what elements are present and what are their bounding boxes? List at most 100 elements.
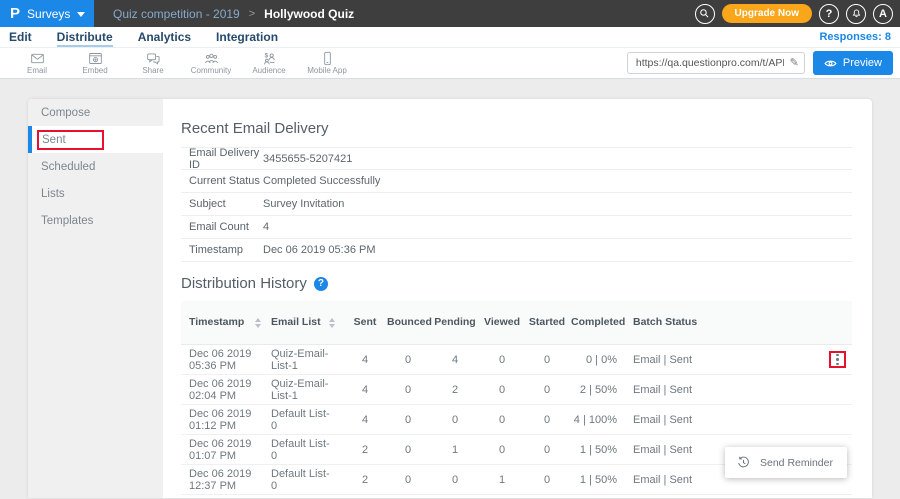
cell-sent: 2: [345, 444, 385, 456]
search-icon: [699, 8, 710, 19]
content-card: ComposeSentScheduledListsTemplates Recen…: [28, 99, 872, 498]
cell-sent: 4: [345, 414, 385, 426]
detail-label: Email Count: [189, 221, 263, 233]
cell-completed: 4 | 100%: [569, 414, 631, 426]
sidebar-item-templates[interactable]: Templates: [28, 207, 163, 234]
annotation-box: Sent: [37, 130, 104, 150]
row-menu-kebab-icon[interactable]: [836, 354, 839, 366]
edit-url-pencil-icon[interactable]: ✎: [790, 56, 799, 69]
annotation-box: [829, 351, 846, 368]
history-row: Dec 06 2019 01:12 PMDefault List-0400004…: [181, 405, 852, 435]
cell-completed: 1 | 50%: [569, 474, 631, 486]
detail-value: Completed Successfully: [263, 175, 380, 187]
bell-icon: [851, 8, 862, 19]
upgrade-now-button[interactable]: Upgrade Now: [722, 4, 812, 23]
history-table-header: TimestampEmail ListSentBouncedPendingVie…: [181, 301, 852, 345]
sidebar-item-sent[interactable]: Sent: [28, 126, 163, 153]
distribute-channel-share[interactable]: Share: [124, 51, 182, 75]
distribute-channel-embed[interactable]: Embed: [66, 51, 124, 75]
column-header-email-list[interactable]: Email List: [269, 316, 345, 329]
cell-batch-status: Email | Sent: [631, 354, 709, 366]
cell-timestamp: Dec 06 2019 12:37 PM: [181, 468, 269, 492]
delivery-detail-row: SubjectSurvey Invitation: [181, 193, 852, 216]
distribute-channel-audience[interactable]: $Audience: [240, 51, 298, 75]
cell-pending: 0: [431, 474, 479, 486]
cell-started: 0: [525, 384, 569, 396]
toolbar-items: Email Embed ShareCommunity$AudienceMobile …: [8, 51, 356, 75]
breadcrumb: Quiz competition - 2019 > Hollywood Quiz: [94, 7, 354, 21]
sidebar-item-compose[interactable]: Compose: [28, 99, 163, 126]
cell-started: 0: [525, 444, 569, 456]
tab-edit[interactable]: Edit: [9, 30, 32, 44]
top-header: P Surveys Quiz competition - 2019 > Holl…: [0, 0, 900, 27]
detail-value: 4: [263, 221, 269, 233]
cell-completed: 0 | 0%: [569, 354, 631, 366]
preview-button[interactable]: Preview: [813, 51, 893, 75]
delivery-detail-row: TimestampDec 06 2019 05:36 PM: [181, 239, 852, 262]
embed-icon: [88, 51, 103, 66]
cell-started: 0: [525, 474, 569, 486]
row-context-menu: Send Reminder: [725, 447, 847, 478]
sidebar-item-lists[interactable]: Lists: [28, 180, 163, 207]
menu-item-label: Send Reminder: [760, 457, 833, 469]
sort-icon[interactable]: [255, 318, 261, 328]
column-header-sent: Sent: [345, 316, 385, 329]
cell-sent: 4: [345, 354, 385, 366]
mobile-app-icon: [320, 51, 335, 66]
history-help-icon[interactable]: ?: [314, 277, 328, 291]
cell-batch-status: Email | Sent: [631, 384, 709, 396]
sidebar-item-label: Templates: [41, 215, 93, 227]
menu-item-send-reminder[interactable]: Send Reminder: [737, 456, 835, 469]
detail-label: Timestamp: [189, 244, 263, 256]
delivery-detail-row: Email Count4: [181, 216, 852, 239]
detail-value: 3455655-5207421: [263, 153, 352, 165]
tab-integration[interactable]: Integration: [216, 30, 278, 44]
channel-label: Embed: [82, 66, 107, 75]
cell-email-list: Quiz-Email-List-1: [269, 378, 345, 402]
row-actions-cell: [709, 351, 852, 368]
questionpro-logo-icon: P: [10, 6, 20, 21]
surveys-menu[interactable]: P Surveys: [0, 0, 94, 27]
search-button[interactable]: [695, 4, 715, 24]
detail-value: Survey Invitation: [263, 198, 344, 210]
detail-label: Subject: [189, 198, 263, 210]
breadcrumb-parent[interactable]: Quiz competition - 2019: [113, 7, 240, 21]
cell-email-list: Default List-0: [269, 468, 345, 492]
column-header-timestamp[interactable]: Timestamp: [181, 316, 269, 329]
distribute-channel-community[interactable]: Community: [182, 51, 240, 75]
survey-nav: EditDistributeAnalyticsIntegration Respo…: [0, 27, 900, 48]
cell-sent: 4: [345, 384, 385, 396]
channel-label: Email: [27, 66, 47, 75]
avatar[interactable]: A: [873, 4, 893, 24]
cell-batch-status: Email | Sent: [631, 444, 709, 456]
help-button[interactable]: ?: [819, 4, 839, 24]
survey-url-input[interactable]: [636, 57, 784, 69]
tab-distribute[interactable]: Distribute: [57, 30, 113, 44]
cell-bounced: 0: [385, 444, 431, 456]
delivery-detail-row: Current StatusCompleted Successfully: [181, 170, 852, 193]
column-label: Batch Status: [633, 316, 697, 328]
cell-completed: 2 | 50%: [569, 384, 631, 396]
cell-timestamp: Dec 06 2019 01:12 PM: [181, 408, 269, 432]
toolbar-right: ✎ Preview: [627, 51, 900, 75]
column-label: Viewed: [484, 316, 520, 328]
header-actions: Upgrade Now ? A: [695, 4, 900, 24]
sort-icon[interactable]: [329, 318, 335, 328]
tab-label: Analytics: [138, 30, 191, 44]
tab-analytics[interactable]: Analytics: [138, 30, 191, 44]
column-label: Sent: [354, 316, 377, 328]
notifications-button[interactable]: [846, 4, 866, 24]
column-header-batch-status: Batch Status: [631, 316, 709, 329]
cell-viewed: 0: [479, 444, 525, 456]
distribute-channel-email[interactable]: Email: [8, 51, 66, 75]
distribute-sidebar: Compose Sent Scheduled Lists Templates: [28, 99, 163, 498]
tab-label: Edit: [9, 30, 32, 44]
cell-email-list: Default List-0: [269, 438, 345, 462]
column-label: Started: [529, 316, 565, 328]
detail-label: Current Status: [189, 175, 263, 187]
cell-bounced: 0: [385, 414, 431, 426]
distribute-channel-mobile-app[interactable]: Mobile App: [298, 51, 356, 75]
sidebar-item-scheduled[interactable]: Scheduled: [28, 153, 163, 180]
sidebar-item-label: Lists: [41, 188, 65, 200]
column-label: Completed: [571, 316, 625, 328]
